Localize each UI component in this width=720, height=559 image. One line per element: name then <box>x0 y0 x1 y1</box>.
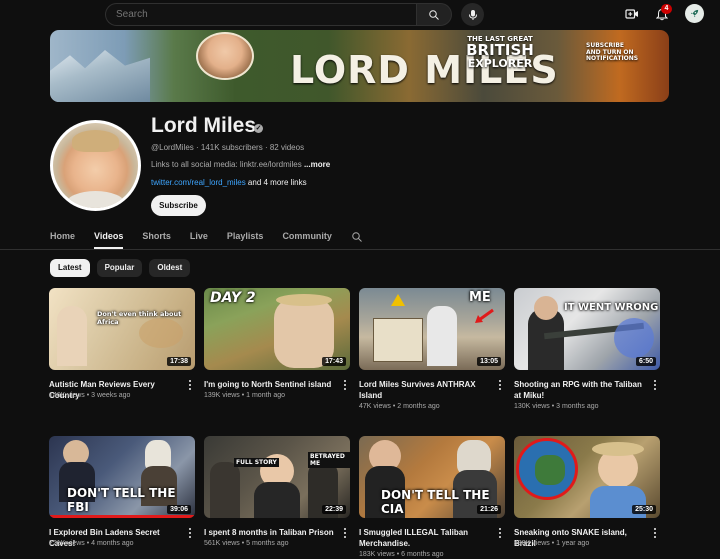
video-duration: 13:05 <box>477 357 501 366</box>
channel-description[interactable]: Links to all social media: linktr.ee/lor… <box>151 160 330 169</box>
video-duration: 25:30 <box>632 505 656 514</box>
more-links-link[interactable]: and 4 more links <box>246 178 307 187</box>
video-meta: 183K views • 6 months ago <box>359 551 444 558</box>
video-title[interactable]: I spent 8 months in Taliban Prison <box>204 527 337 538</box>
tab-home[interactable]: Home <box>50 228 75 249</box>
thumbnail-caption: IT WENT WRONG <box>564 302 659 313</box>
channel-description-text: Links to all social media: linktr.ee/lor… <box>151 160 304 169</box>
banner-cta-line: NOTIFICATIONS <box>586 55 639 63</box>
banner-subtitle-line: BRITISH <box>466 41 534 59</box>
video-meta: 47K views • 2 months ago <box>359 403 440 410</box>
video-meta: 146K views • 3 weeks ago <box>49 392 131 399</box>
video-thumbnail[interactable]: IT WENT WRONG 6:50 <box>514 288 660 370</box>
video-thumbnail[interactable]: Don't even think about Africa 17:38 <box>49 288 195 370</box>
banner-subtitle-line: EXPLORER <box>467 57 533 70</box>
video-duration: 39:06 <box>167 505 191 514</box>
video-title[interactable]: Lord Miles Survives ANTHRAX Island <box>359 379 492 401</box>
channel-banner: LORD MILES THE LAST GREAT BRITISH EXPLOR… <box>50 30 669 102</box>
video-title[interactable]: I Smuggled ILLEGAL Taliban Merchandise. <box>359 527 492 549</box>
tab-community[interactable]: Community <box>282 228 332 249</box>
thumbnail-caption-secondary: BETRAYED ME <box>308 452 350 468</box>
video-meta: 498K views • 1 year ago <box>514 540 590 547</box>
video-menu-icon[interactable] <box>343 380 347 390</box>
chip-oldest[interactable]: Oldest <box>149 259 191 277</box>
banner-mountain-image <box>50 50 150 102</box>
thumbnail-caption: Don't even think about Africa <box>97 310 182 326</box>
channel-tabs: Home Videos Shorts Live Playlists Commun… <box>50 228 363 249</box>
rocket-icon <box>690 9 699 18</box>
video-card[interactable]: 25:30 Sneaking onto SNAKE island, Brazil… <box>514 436 660 548</box>
video-menu-icon[interactable] <box>188 528 192 538</box>
chip-popular[interactable]: Popular <box>96 259 143 277</box>
video-thumbnail[interactable]: FULL STORY BETRAYED ME 22:39 <box>204 436 350 518</box>
red-arrow-icon <box>475 308 494 323</box>
video-thumbnail[interactable]: DON'T TELL THE CIA 21:26 <box>359 436 505 518</box>
video-menu-icon[interactable] <box>653 380 657 390</box>
video-duration: 6:50 <box>635 357 656 366</box>
video-meta: 130K views • 3 months ago <box>514 403 599 410</box>
channel-avatar[interactable] <box>50 120 141 211</box>
thumbnail-caption: ME <box>469 290 491 305</box>
video-card[interactable]: Don't even think about Africa 17:38 Auti… <box>49 288 195 400</box>
create-button[interactable] <box>623 5 641 23</box>
channel-handle-stats: @LordMiles · 141K subscribers · 82 video… <box>151 143 305 152</box>
video-menu-icon[interactable] <box>498 528 502 538</box>
thumbnail-caption: DAY 2 <box>210 290 256 306</box>
microphone-icon <box>468 9 477 20</box>
twitter-link[interactable]: twitter.com/real_lord_miles <box>151 178 246 187</box>
video-card[interactable]: DON'T TELL THE CIA 21:26 I Smuggled ILLE… <box>359 436 505 558</box>
video-thumbnail[interactable]: DAY 2 17:43 <box>204 288 350 370</box>
banner-subtitle: THE LAST GREAT BRITISH EXPLORER <box>460 36 540 70</box>
channel-links: twitter.com/real_lord_miles and 4 more l… <box>151 178 307 187</box>
channel-name: Lord Miles <box>151 114 257 137</box>
video-thumbnail[interactable]: ME 13:05 <box>359 288 505 370</box>
voice-search-button[interactable] <box>461 3 484 26</box>
video-duration: 22:39 <box>322 505 346 514</box>
search-box[interactable] <box>105 3 416 26</box>
video-menu-icon[interactable] <box>498 380 502 390</box>
search-input[interactable] <box>106 4 416 25</box>
tabs-divider <box>0 249 720 250</box>
video-meta: 561K views • 5 months ago <box>204 540 289 547</box>
tab-shorts[interactable]: Shorts <box>142 228 171 249</box>
banner-subscribe-callout: SUBSCRIBE AND TURN ON NOTIFICATIONS <box>586 42 639 63</box>
video-menu-icon[interactable] <box>653 528 657 538</box>
banner-portrait <box>196 32 254 80</box>
channel-avatar-photo <box>53 123 138 208</box>
tab-videos[interactable]: Videos <box>94 228 124 249</box>
video-card[interactable]: FULL STORY BETRAYED ME 22:39 I spent 8 m… <box>204 436 350 547</box>
video-card[interactable]: DON'T TELL THE FBI 39:06 I Explored Bin … <box>49 436 195 548</box>
description-more-link[interactable]: ...more <box>304 160 330 169</box>
video-meta: 139K views • 1 month ago <box>204 392 286 399</box>
tab-live[interactable]: Live <box>190 228 208 249</box>
channel-search-icon[interactable] <box>351 231 363 243</box>
search-button[interactable] <box>416 3 452 26</box>
video-card[interactable]: IT WENT WRONG 6:50 Shooting an RPG with … <box>514 288 660 410</box>
video-duration: 21:26 <box>477 505 501 514</box>
video-menu-icon[interactable] <box>343 528 347 538</box>
sort-chips: Latest Popular Oldest <box>50 259 197 277</box>
chip-latest[interactable]: Latest <box>50 259 90 277</box>
subscribe-button[interactable]: Subscribe <box>151 195 206 216</box>
create-video-icon <box>625 9 638 19</box>
video-card[interactable]: DAY 2 17:43 I'm going to North Sentinel … <box>204 288 350 399</box>
tab-playlists[interactable]: Playlists <box>227 228 264 249</box>
video-duration: 17:43 <box>322 357 346 366</box>
video-thumbnail[interactable]: 25:30 <box>514 436 660 518</box>
video-title[interactable]: Shooting an RPG with the Taliban at Miku… <box>514 379 647 401</box>
video-meta: 221K views • 4 months ago <box>49 540 134 547</box>
verified-check-icon: ✓ <box>254 124 263 133</box>
video-menu-icon[interactable] <box>188 380 192 390</box>
video-title[interactable]: I'm going to North Sentinel island <box>204 379 337 390</box>
search-icon <box>429 9 439 20</box>
notification-count-badge: 4 <box>661 4 672 14</box>
video-card[interactable]: ME 13:05 Lord Miles Survives ANTHRAX Isl… <box>359 288 505 410</box>
user-avatar[interactable] <box>685 4 704 23</box>
top-bar: 4 <box>0 0 720 28</box>
video-duration: 17:38 <box>167 357 191 366</box>
thumbnail-caption: FULL STORY <box>234 458 279 467</box>
video-thumbnail[interactable]: DON'T TELL THE FBI 39:06 <box>49 436 195 518</box>
